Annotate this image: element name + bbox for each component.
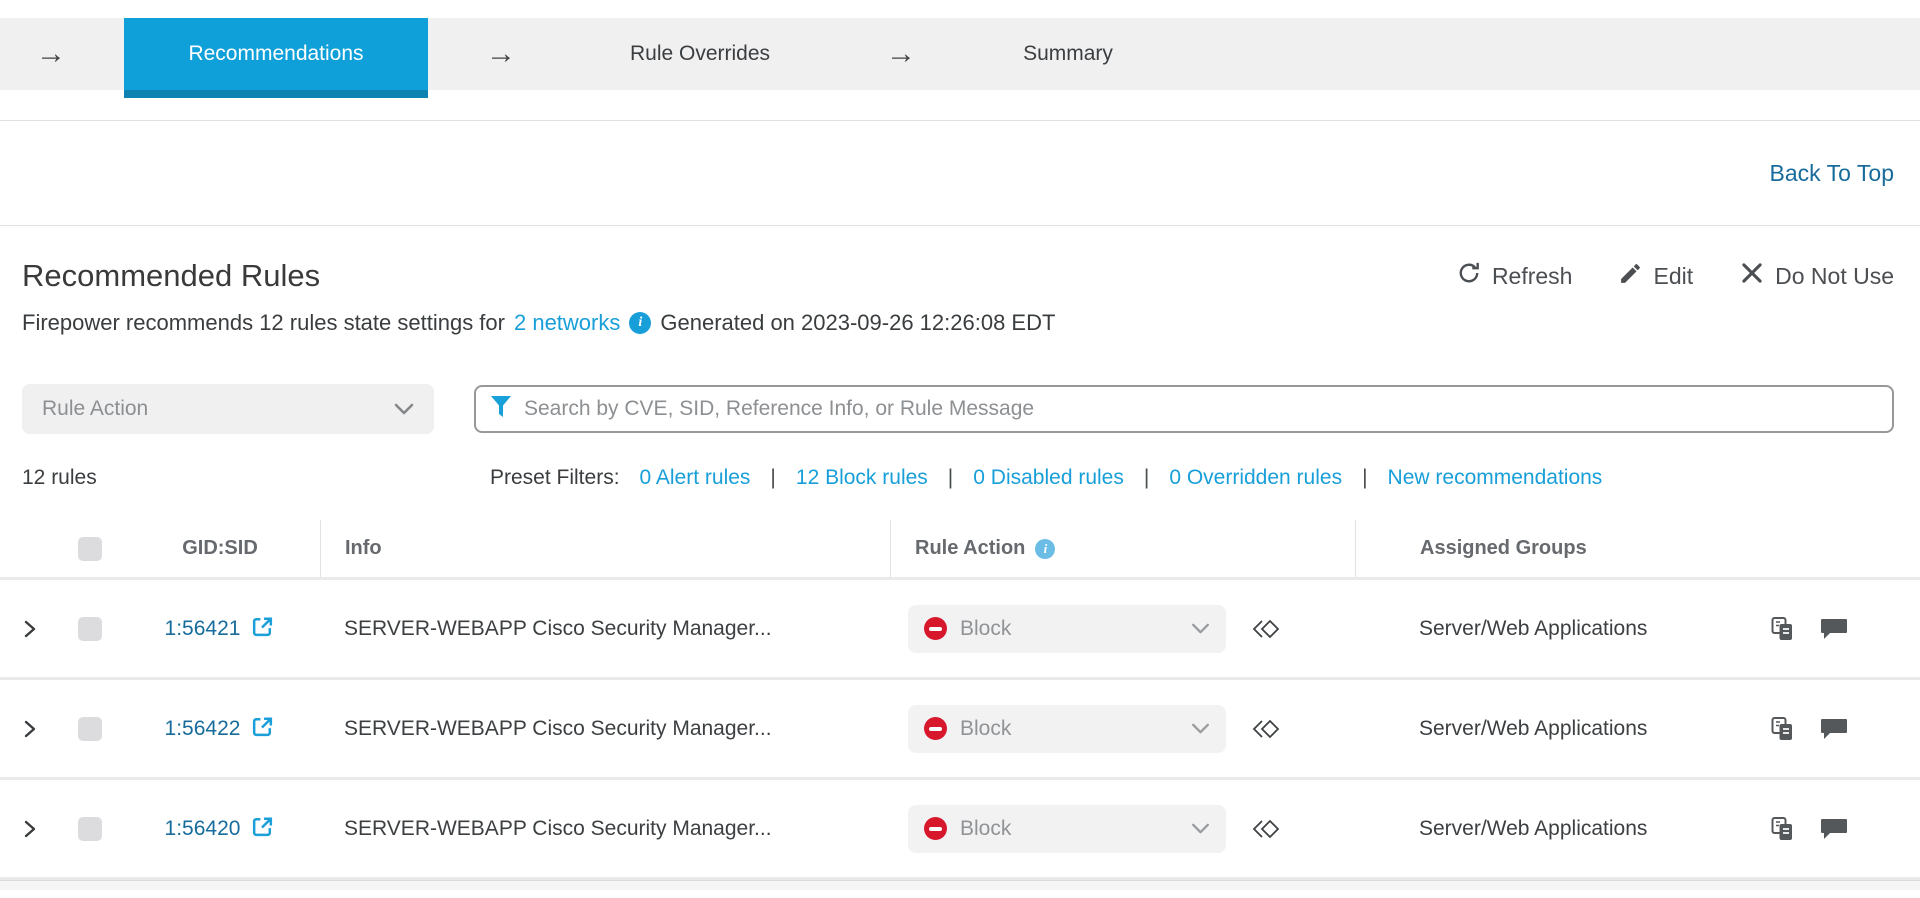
pencil-icon xyxy=(1618,261,1643,292)
edit-button[interactable]: Edit xyxy=(1618,261,1693,292)
recommended-rules-panel: Recommended Rules Refresh Edit Do Not Us… xyxy=(0,226,1920,898)
rule-action-value: Block xyxy=(960,716,1012,740)
table-row: 1:56422 SERVER-WEBAPP Cisco Security Man… xyxy=(0,680,1920,780)
separator: | xyxy=(1143,466,1150,489)
info-circle-icon[interactable]: i xyxy=(629,312,652,334)
assigned-groups-header-label: Assigned Groups xyxy=(1420,537,1587,559)
external-link-icon[interactable] xyxy=(250,814,275,844)
column-header-gid-sid: GID:SID xyxy=(182,537,258,559)
wizard-stepper: → Recommendations → Rule Overrides → Sum… xyxy=(0,0,1920,98)
rule-action-value: Block xyxy=(960,616,1012,640)
right-arrow-icon: → xyxy=(486,37,516,70)
rule-documentation-icon[interactable] xyxy=(1770,716,1796,742)
preset-filters-label: Preset Filters: xyxy=(490,466,620,489)
table-row: 1:56421 SERVER-WEBAPP Cisco Security Man… xyxy=(0,580,1920,680)
column-header-info: Info xyxy=(320,520,890,577)
do-not-use-label: Do Not Use xyxy=(1775,262,1894,289)
page-title: Recommended Rules xyxy=(22,258,321,293)
comment-icon[interactable] xyxy=(1820,616,1848,642)
preset-link-alert-rules[interactable]: 0 Alert rules xyxy=(640,466,751,490)
rule-info-text: SERVER-WEBAPP Cisco Security Manager... xyxy=(344,816,772,840)
rule-action-dropdown[interactable]: Block xyxy=(908,804,1226,853)
refresh-icon xyxy=(1456,260,1482,292)
refresh-button[interactable]: Refresh xyxy=(1456,260,1573,292)
rule-documentation-icon[interactable] xyxy=(1770,816,1796,842)
chevron-down-icon xyxy=(1191,723,1210,734)
revert-default-icon[interactable] xyxy=(1252,616,1280,642)
external-link-icon[interactable] xyxy=(250,714,275,744)
rules-count: 12 rules xyxy=(22,466,97,489)
expand-row-chevron-icon[interactable] xyxy=(22,819,38,839)
recommended-rules-table: GID:SID Info Rule Action i Assigned Grou… xyxy=(0,520,1920,890)
assigned-groups-value: Server/Web Applications xyxy=(1419,716,1648,740)
tab-recommendations[interactable]: Recommendations xyxy=(124,18,428,98)
preset-link-overridden-rules[interactable]: 0 Overridden rules xyxy=(1169,466,1342,490)
separator: | xyxy=(947,466,954,489)
do-not-use-button[interactable]: Do Not Use xyxy=(1739,260,1894,292)
preset-link-block-rules[interactable]: 12 Block rules xyxy=(796,466,928,490)
expand-row-chevron-icon[interactable] xyxy=(22,619,38,639)
tab-summary[interactable]: Summary xyxy=(968,18,1168,90)
back-to-top-bar: Back To Top xyxy=(0,120,1920,226)
gid-sid-link[interactable]: 1:56422 xyxy=(165,717,241,741)
rule-action-value: Block xyxy=(960,816,1012,840)
preset-link-new-recommendations[interactable]: New recommendations xyxy=(1388,466,1603,490)
chevron-down-icon xyxy=(394,397,414,421)
preset-filter-links: 0 Alert rules | 12 Block rules | 0 Disab… xyxy=(640,466,1603,490)
rule-action-dropdown[interactable]: Block xyxy=(908,704,1226,753)
next-row-edge xyxy=(0,880,1920,890)
column-header-assigned-groups: Assigned Groups xyxy=(1355,520,1920,577)
rule-action-dropdown[interactable]: Block xyxy=(908,604,1226,653)
revert-default-icon[interactable] xyxy=(1252,816,1280,842)
row-checkbox[interactable] xyxy=(78,716,102,741)
tab-rule-overrides[interactable]: Rule Overrides xyxy=(560,18,840,90)
rule-action-header-label: Rule Action xyxy=(915,537,1026,559)
assigned-groups-value: Server/Web Applications xyxy=(1419,616,1648,640)
minus-circle-icon xyxy=(924,817,947,840)
refresh-label: Refresh xyxy=(1491,262,1573,289)
subtitle-prefix: Firepower recommends 12 rules state sett… xyxy=(22,310,505,335)
comment-icon[interactable] xyxy=(1820,816,1848,842)
search-input[interactable] xyxy=(524,397,1878,421)
gid-sid-link[interactable]: 1:56421 xyxy=(165,617,241,641)
row-checkbox[interactable] xyxy=(78,616,102,641)
recommendation-summary-text: Firepower recommends 12 rules state sett… xyxy=(22,310,1898,336)
generated-timestamp: Generated on 2023-09-26 12:26:08 EDT xyxy=(660,310,1056,335)
x-icon xyxy=(1739,260,1765,292)
gid-sid-link[interactable]: 1:56420 xyxy=(165,817,241,841)
table-row: 1:56420 SERVER-WEBAPP Cisco Security Man… xyxy=(0,780,1920,880)
right-arrow-icon: → xyxy=(886,37,916,70)
rule-action-filter-placeholder: Rule Action xyxy=(42,397,149,420)
table-header: GID:SID Info Rule Action i Assigned Grou… xyxy=(0,520,1920,580)
funnel-icon xyxy=(490,395,512,424)
minus-circle-icon xyxy=(924,717,947,740)
rule-info-text: SERVER-WEBAPP Cisco Security Manager... xyxy=(344,616,772,640)
separator: | xyxy=(770,466,776,489)
search-field-wrap xyxy=(474,385,1894,433)
separator: | xyxy=(1362,466,1368,489)
right-arrow-icon: → xyxy=(36,37,66,70)
edit-label: Edit xyxy=(1653,262,1694,289)
minus-circle-icon xyxy=(924,617,947,640)
expand-row-chevron-icon[interactable] xyxy=(22,719,38,739)
preset-link-disabled-rules[interactable]: 0 Disabled rules xyxy=(973,466,1124,490)
rule-action-filter-select[interactable]: Rule Action xyxy=(22,384,434,434)
assigned-groups-value: Server/Web Applications xyxy=(1419,816,1648,840)
tab-recommendations-label: Recommendations xyxy=(188,42,364,65)
external-link-icon[interactable] xyxy=(250,614,275,644)
column-header-rule-action: Rule Action i xyxy=(890,520,1355,577)
rule-info-text: SERVER-WEBAPP Cisco Security Manager... xyxy=(344,716,772,740)
chevron-down-icon xyxy=(1191,823,1210,834)
info-circle-icon[interactable]: i xyxy=(1035,538,1056,559)
select-all-checkbox[interactable] xyxy=(78,536,102,561)
comment-icon[interactable] xyxy=(1820,716,1848,742)
chevron-down-icon xyxy=(1191,623,1210,634)
revert-default-icon[interactable] xyxy=(1252,716,1280,742)
header-actions: Refresh Edit Do Not Use xyxy=(1456,260,1894,292)
row-checkbox[interactable] xyxy=(78,816,102,841)
rule-documentation-icon[interactable] xyxy=(1770,616,1796,642)
back-to-top-link[interactable]: Back To Top xyxy=(1770,160,1894,187)
networks-link[interactable]: 2 networks xyxy=(514,310,620,336)
